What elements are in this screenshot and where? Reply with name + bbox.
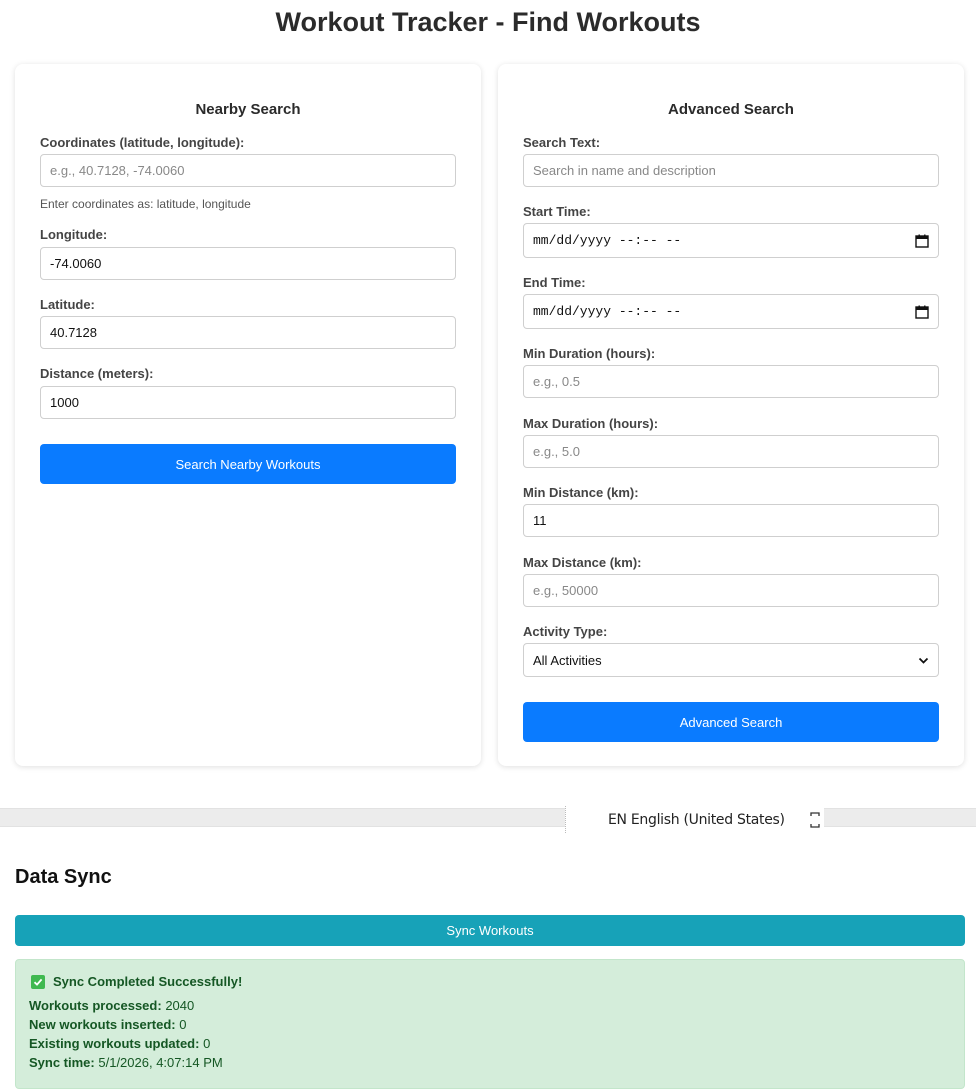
end-time-value: mm/dd/yyyy --:-- --: [533, 304, 682, 319]
distance-input[interactable]: [40, 386, 456, 419]
advanced-search-button[interactable]: Advanced Search: [523, 702, 939, 742]
start-time-label: Start Time:: [523, 204, 591, 219]
advanced-search-title: Advanced Search: [668, 101, 794, 118]
min-duration-label: Min Duration (hours):: [523, 346, 656, 361]
sync-result-panel: Sync Completed Successfully! Workouts pr…: [15, 959, 965, 1089]
max-duration-label: Max Duration (hours):: [523, 416, 659, 431]
stat-updated-value: 0: [203, 1036, 211, 1051]
activity-type-select[interactable]: All Activities: [523, 643, 939, 677]
search-text-input[interactable]: [523, 154, 939, 187]
language-text: EN English (United States): [608, 812, 785, 828]
max-distance-input[interactable]: [523, 574, 939, 607]
min-distance-label: Min Distance (km):: [523, 485, 639, 500]
search-nearby-button[interactable]: Search Nearby Workouts: [40, 444, 456, 484]
min-distance-input[interactable]: [523, 504, 939, 537]
advanced-search-card: Advanced Search Search Text: Start Time:…: [498, 64, 964, 766]
stat-sync-time-value: 5/1/2026, 4:07:14 PM: [98, 1055, 223, 1070]
coordinates-hint: Enter coordinates as: latitude, longitud…: [40, 197, 251, 211]
min-duration-input[interactable]: [523, 365, 939, 398]
max-duration-input[interactable]: [523, 435, 939, 468]
stat-inserted: New workouts inserted: 0: [29, 1017, 187, 1032]
start-time-input[interactable]: mm/dd/yyyy --:-- --: [523, 223, 939, 258]
stat-inserted-label: New workouts inserted:: [29, 1017, 176, 1032]
sync-workouts-button[interactable]: Sync Workouts: [15, 915, 965, 946]
calendar-icon[interactable]: [915, 305, 929, 319]
end-time-input[interactable]: mm/dd/yyyy --:-- --: [523, 294, 939, 329]
keyboard-options-icon[interactable]: [809, 810, 821, 830]
latitude-input[interactable]: [40, 316, 456, 349]
stat-updated: Existing workouts updated: 0: [29, 1036, 210, 1051]
coordinates-label: Coordinates (latitude, longitude):: [40, 135, 245, 150]
sync-status-title: Sync Completed Successfully!: [53, 974, 243, 989]
calendar-icon[interactable]: [915, 234, 929, 248]
stat-processed: Workouts processed: 2040: [29, 998, 194, 1013]
chevron-down-icon: [918, 655, 929, 666]
sync-status: Sync Completed Successfully!: [31, 974, 242, 989]
max-distance-label: Max Distance (km):: [523, 555, 642, 570]
end-time-label: End Time:: [523, 275, 586, 290]
check-icon: [31, 974, 45, 989]
latitude-label: Latitude:: [40, 297, 95, 312]
stat-processed-value: 2040: [165, 998, 195, 1013]
stat-processed-label: Workouts processed:: [29, 998, 162, 1013]
stat-sync-time-label: Sync time:: [29, 1055, 95, 1070]
stat-sync-time: Sync time: 5/1/2026, 4:07:14 PM: [29, 1055, 223, 1070]
activity-type-value: All Activities: [533, 652, 602, 668]
data-sync-title: Data Sync: [15, 866, 112, 888]
nearby-search-title: Nearby Search: [195, 101, 301, 118]
stat-updated-label: Existing workouts updated:: [29, 1036, 200, 1051]
activity-type-label: Activity Type:: [523, 624, 608, 639]
longitude-input[interactable]: [40, 247, 456, 280]
distance-label: Distance (meters):: [40, 366, 154, 381]
page-title: Workout Tracker - Find Workouts: [275, 7, 701, 37]
system-bar: [0, 808, 976, 827]
language-indicator[interactable]: EN English (United States): [565, 806, 824, 833]
search-text-label: Search Text:: [523, 135, 601, 150]
longitude-label: Longitude:: [40, 227, 108, 242]
start-time-value: mm/dd/yyyy --:-- --: [533, 233, 682, 248]
stat-inserted-value: 0: [179, 1017, 187, 1032]
nearby-search-card: Nearby Search Coordinates (latitude, lon…: [15, 64, 481, 766]
coordinates-input[interactable]: [40, 154, 456, 187]
